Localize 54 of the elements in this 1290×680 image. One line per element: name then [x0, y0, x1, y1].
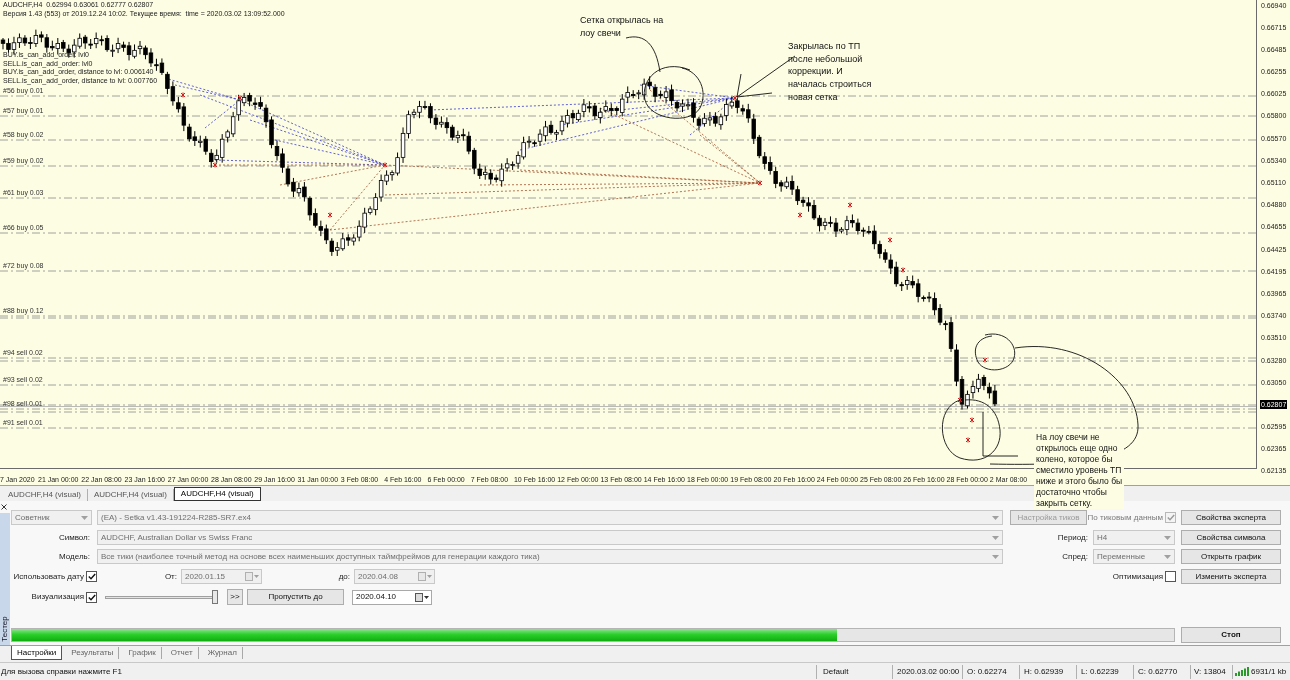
annotation-note: На лоу свечи не открылось еще одно колено, которое бы сместило уровень ТП ниже и этого было бы достаточно чтобы закрыть сетку. — [1034, 432, 1125, 509]
calendar-dropdown-icon — [418, 572, 432, 581]
checkbox[interactable] — [86, 591, 97, 603]
caret-icon — [1164, 535, 1171, 540]
caret-icon — [81, 515, 88, 520]
modify-expert-button[interactable]: Изменить эксперта — [1181, 569, 1281, 584]
checkmark-icon — [1166, 514, 1175, 521]
field-label: Период: — [1056, 531, 1088, 544]
tester-tab[interactable]: Отчет — [165, 647, 199, 659]
tester-tab[interactable]: Результаты — [66, 647, 120, 659]
field-label: Использовать дату — [12, 570, 84, 583]
close-icon[interactable] — [1, 504, 7, 510]
status-profile: Default — [823, 665, 849, 678]
caret-icon — [992, 535, 999, 540]
status-open-price: O: 0.62274 — [967, 665, 1007, 678]
calendar-dropdown-icon — [415, 592, 429, 602]
checkmark-icon — [87, 593, 96, 601]
caret-icon — [1164, 554, 1171, 559]
field-label: Визуализация — [30, 591, 84, 603]
speed-slider-thumb[interactable] — [212, 590, 218, 604]
speed-slider-track[interactable] — [105, 590, 218, 604]
status-traffic: 6931/1 kb — [1251, 665, 1287, 678]
expert-properties-button[interactable]: Свойства эксперта — [1181, 510, 1281, 525]
checkbox[interactable] — [1165, 571, 1176, 582]
connection-bars-icon — [1235, 667, 1249, 676]
status-close-price: C: 0.62770 — [1138, 665, 1178, 678]
field-label: От: — [163, 570, 177, 583]
field-label: до: — [337, 570, 350, 583]
checkbox-label: Оптимизация — [1112, 570, 1163, 583]
symbol-properties-button[interactable]: Свойства символа — [1181, 530, 1281, 545]
field-label: Символ: — [57, 531, 90, 544]
tester-tab[interactable]: График — [123, 647, 162, 659]
skip-to-button[interactable]: Пропустить до — [247, 589, 344, 605]
chart-tab[interactable]: AUDCHF,H4 (visual) — [173, 487, 261, 501]
calendar-dropdown-icon — [245, 572, 259, 581]
tester-tab[interactable]: Журнал — [202, 647, 243, 659]
caret-icon — [992, 554, 999, 559]
tester-side-label: Тестер — [0, 615, 10, 644]
status-high-price: H: 0.62939 — [1024, 665, 1064, 678]
stop-button[interactable]: Стоп — [1181, 627, 1281, 643]
status-volume: V: 13804 — [1194, 665, 1226, 678]
open-chart-button[interactable]: Открыть график — [1181, 549, 1281, 564]
tester-tab[interactable]: Настройки — [11, 646, 63, 660]
fast-forward-button[interactable]: >> — [227, 589, 243, 605]
field-label: Спред: — [1061, 550, 1088, 563]
checkmark-icon — [87, 573, 96, 580]
status-bar-time: 2020.03.02 00:00 — [897, 665, 960, 678]
checkbox-label: По тиковым данным — [1087, 511, 1163, 524]
status-help-text: Для вызова справки нажмите F1 — [1, 666, 122, 676]
status-low-price: L: 0.62239 — [1081, 665, 1119, 678]
checkbox[interactable] — [86, 571, 97, 582]
date-field[interactable]: 2020.04.10 — [352, 589, 432, 605]
field-label: Модель: — [58, 550, 90, 563]
caret-icon — [992, 515, 999, 520]
